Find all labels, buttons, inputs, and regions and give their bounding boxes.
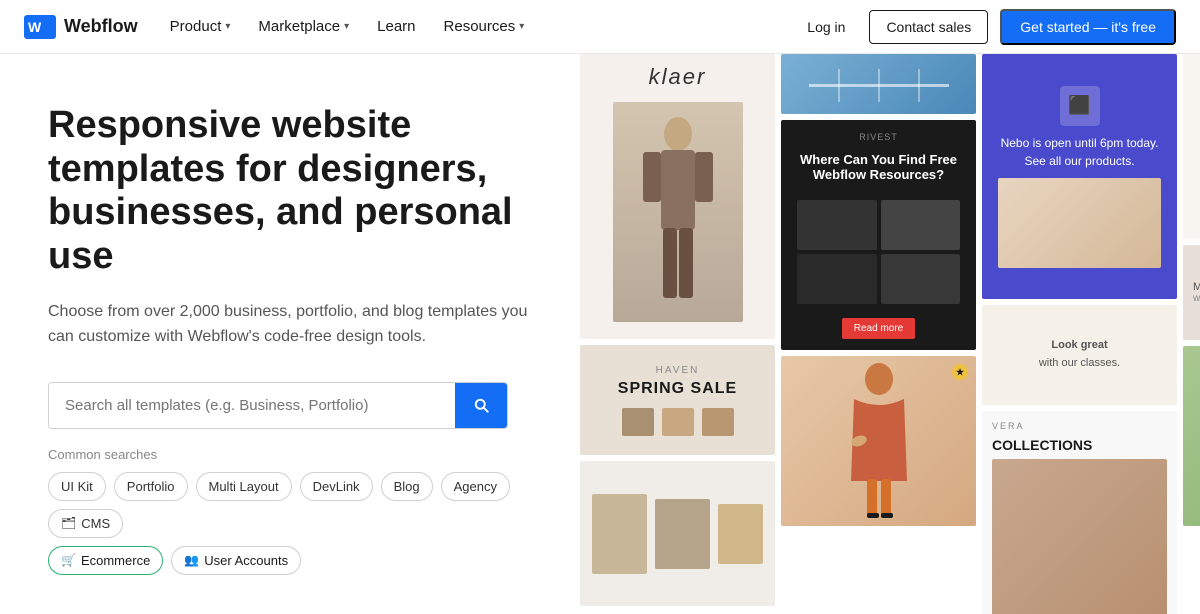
furniture-item-2 [655,499,710,569]
chevron-down-icon: ▾ [519,21,524,32]
template-style[interactable]: Look greatwith our classes. [982,305,1177,405]
search-button[interactable] [455,383,507,428]
vera-title: COLLECTIONS [992,437,1167,453]
template-green-fashion[interactable] [1183,346,1200,526]
klaer-figure [613,102,743,322]
template-fashion-stripe[interactable] [1183,54,1200,239]
tag-agency[interactable]: Agency [441,472,510,501]
get-started-button[interactable]: Get started — it's free [1000,9,1176,45]
tag-list-2: 🛒 Ecommerce 👥 User Accounts [48,546,532,575]
nav-item-product[interactable]: Product ▾ [158,12,243,41]
svg-text:W: W [28,19,42,35]
spring-title: SPRING SALE [618,380,737,398]
mosaic-col-3: ⬛ Nebo is open until 6pm today. See all … [982,54,1177,614]
impression-text: Make an impression [1193,281,1200,293]
style-text: Look greatwith our classes. [1039,337,1120,372]
klaer-title: klaer [649,64,707,90]
hero-subtitle: Choose from over 2,000 business, portfol… [48,299,528,350]
cms-icon: 🗂 [61,516,76,530]
mosaic-col-4: Make an impression with our new style [1183,54,1200,614]
template-vera[interactable]: VERA COLLECTIONS [982,411,1177,614]
chevron-down-icon: ▾ [344,21,349,32]
nav-item-marketplace[interactable]: Marketplace ▾ [246,12,361,41]
navbar: W Webflow Product ▾ Marketplace ▾ Learn … [0,0,1200,54]
nav-logo[interactable]: W Webflow [24,15,138,39]
contact-sales-button[interactable]: Contact sales [869,10,988,44]
badge: ★ [952,364,968,380]
template-furniture[interactable] [580,461,775,606]
impression-sub: with our new style [1193,293,1200,304]
template-impression[interactable]: Make an impression with our new style [1183,245,1200,340]
template-nebo[interactable]: ⬛ Nebo is open until 6pm today. See all … [982,54,1177,299]
logo-text: Webflow [64,16,138,37]
template-resources[interactable]: RIVEST Where Can You Find Free Webflow R… [781,120,976,350]
tag-portfolio[interactable]: Portfolio [114,472,188,501]
main-content: Responsive website templates for designe… [0,54,1200,614]
users-icon: 👥 [184,553,199,567]
template-bridge[interactable] [781,54,976,114]
template-spring[interactable]: HAVEN SPRING SALE [580,345,775,455]
furniture-item-1 [592,494,647,574]
spring-label: HAVEN [656,365,700,376]
mosaic-col-2: RIVEST Where Can You Find Free Webflow R… [781,54,976,614]
common-searches-label: Common searches [48,447,532,462]
nebo-icon: ⬛ [1060,86,1100,126]
nav-left: W Webflow Product ▾ Marketplace ▾ Learn … [24,12,536,41]
tag-user-accounts[interactable]: 👥 User Accounts [171,546,301,575]
tag-list: UI Kit Portfolio Multi Layout DevLink Bl… [48,472,532,538]
tag-blog[interactable]: Blog [381,472,433,501]
resources-cta[interactable]: Read more [842,318,915,339]
nebo-text: Nebo is open until 6pm today. See all ou… [998,134,1161,170]
template-klaer[interactable]: klaer [580,54,775,339]
search-bar [48,382,508,429]
resources-title: Where Can You Find Free Webflow Resource… [797,152,960,182]
tag-cms[interactable]: 🗂 CMS [48,509,123,538]
vera-label: VERA [992,421,1167,431]
furniture-item-3 [718,504,763,564]
template-mosaic: klaer HAVEN SPRING SALE [580,54,1200,614]
resources-brand: RIVEST [859,132,898,142]
tag-devlink[interactable]: DevLink [300,472,373,501]
search-input[interactable] [49,383,455,428]
nav-item-resources[interactable]: Resources ▾ [432,12,537,41]
tag-ui-kit[interactable]: UI Kit [48,472,106,501]
nav-right: Log in Contact sales Get started — it's … [795,9,1176,45]
hero-panel: Responsive website templates for designe… [0,54,580,614]
chevron-down-icon: ▾ [225,21,230,32]
tag-multi-layout[interactable]: Multi Layout [196,472,292,501]
login-button[interactable]: Log in [795,11,857,43]
template-woman[interactable]: ★ [781,356,976,526]
nebo-image [998,178,1161,268]
cart-icon: 🛒 [61,553,76,567]
hero-title: Responsive website templates for designe… [48,104,532,279]
tag-ecommerce[interactable]: 🛒 Ecommerce [48,546,163,575]
vera-image [992,459,1167,614]
mosaic-col-1: klaer HAVEN SPRING SALE [580,54,775,614]
nav-item-learn[interactable]: Learn [365,12,427,41]
